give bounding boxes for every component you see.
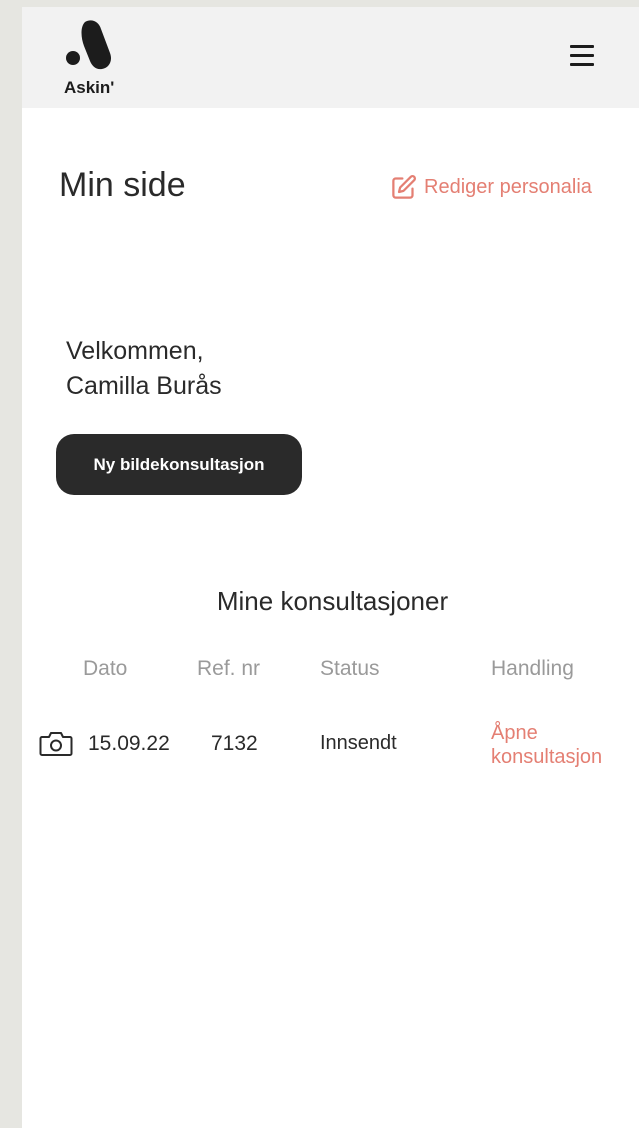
askin-logo-mark-icon	[66, 20, 112, 70]
column-header-action: Handling	[491, 657, 574, 680]
menu-bar	[570, 63, 594, 66]
app-container: Askin' Min side Rediger personalia Velko…	[22, 7, 639, 1128]
column-header-status: Status	[320, 657, 380, 680]
consultations-title-text: Mine konsultasjoner	[216, 586, 449, 616]
open-consultation-link[interactable]: Åpne konsultasjon	[491, 721, 602, 769]
edit-link-label: Rediger personalia	[424, 175, 592, 198]
menu-bar	[570, 45, 594, 48]
hamburger-menu-icon[interactable]	[562, 41, 602, 71]
askin-logo[interactable]: Askin'	[55, 19, 125, 99]
top-header: Askin'	[22, 7, 639, 108]
column-header-ref: Ref. nr	[197, 657, 261, 680]
welcome-user-name: Camilla Burås	[66, 372, 222, 400]
new-image-consultation-button[interactable]: Ny bildekonsultasjon	[56, 434, 302, 495]
page-title: Min side	[59, 166, 186, 204]
consultations-title: Mine konsultasjoner	[22, 586, 639, 617]
logo-text: Askin'	[64, 78, 115, 97]
open-link-line1: Åpne	[491, 722, 538, 744]
welcome-greeting: Velkommen,	[66, 337, 204, 365]
row-status: Innsendt	[320, 732, 397, 754]
edit-personal-info-link[interactable]: Rediger personalia	[390, 170, 592, 204]
row-date: 15.09.22	[88, 732, 170, 755]
camera-icon	[39, 731, 73, 762]
menu-bar	[570, 54, 594, 57]
row-ref: 7132	[211, 732, 258, 755]
welcome-message: Velkommen, Camilla Burås	[66, 334, 222, 404]
edit-icon	[392, 174, 416, 199]
column-header-date: Dato	[83, 657, 128, 680]
open-link-line2: konsultasjon	[491, 746, 603, 768]
